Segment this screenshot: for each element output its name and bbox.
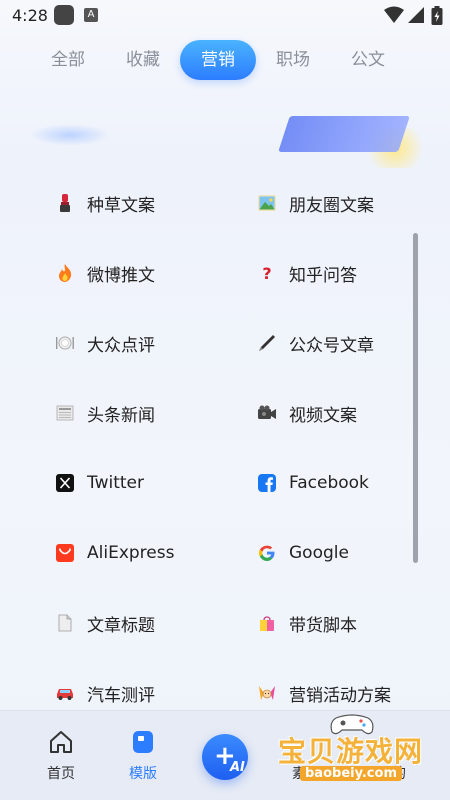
template-item[interactable]: 公众号文章: [257, 317, 430, 369]
template-label: 大众点评: [87, 335, 155, 356]
nav-home[interactable]: 首页: [31, 729, 91, 783]
template-label: 微博推文: [87, 265, 155, 286]
template-label: 种草文案: [87, 195, 155, 216]
video-camera-icon: [257, 403, 277, 423]
template-item[interactable]: AliExpress: [55, 527, 245, 579]
signal-icon: [408, 7, 424, 23]
template-item[interactable]: 视频文案: [257, 387, 430, 439]
template-item[interactable]: 带货脚本: [257, 597, 430, 649]
template-item[interactable]: Google: [257, 527, 430, 579]
template-label: Facebook: [289, 473, 369, 493]
watermark-title: 宝贝游戏网: [278, 735, 424, 768]
facebook-logo-icon: [257, 473, 277, 493]
template-item[interactable]: 营销活动方案: [257, 667, 430, 710]
notification-a-icon: A: [84, 8, 98, 22]
document-icon: [55, 613, 75, 633]
screen: 4:28 A 全部 收藏 营销 职场 公文 种草文案 朋友圈文案 微博推文 ? …: [0, 0, 450, 800]
party-icon: [257, 683, 277, 703]
template-item[interactable]: 头条新闻: [55, 387, 245, 439]
watermark-url: baobeiy.com: [300, 766, 402, 781]
template-item[interactable]: Twitter: [55, 457, 245, 509]
ai-label: AI: [230, 760, 245, 775]
template-label: 视频文案: [289, 405, 357, 426]
lipstick-icon: [55, 193, 75, 213]
template-item[interactable]: 文章标题: [55, 597, 245, 649]
ai-create-button[interactable]: + AI: [202, 734, 248, 780]
google-logo-icon: [257, 543, 277, 563]
nav-templates[interactable]: 模版: [113, 729, 173, 783]
template-label: 文章标题: [87, 615, 155, 636]
template-label: 营销活动方案: [289, 685, 391, 706]
fire-icon: [55, 263, 75, 283]
nav-home-label: 首页: [47, 766, 75, 782]
template-item[interactable]: 微博推文: [55, 247, 245, 299]
template-label: 汽车测评: [87, 685, 155, 706]
template-item[interactable]: ? 知乎问答: [257, 247, 430, 299]
tab-official-docs[interactable]: 公文: [338, 40, 398, 80]
tab-all[interactable]: 全部: [38, 40, 98, 80]
watermark: 宝贝游戏网 baobeiy.com: [278, 708, 450, 800]
car-icon: [55, 683, 75, 703]
template-label: Google: [289, 543, 349, 563]
template-list: 种草文案 朋友圈文案 微博推文 ? 知乎问答 大众点评 公众号文章 头条新闻 视…: [20, 165, 430, 710]
template-item[interactable]: Facebook: [257, 457, 430, 509]
question-mark-icon: ?: [262, 263, 272, 283]
aliexpress-logo-icon: [55, 543, 75, 563]
nav-templates-label: 模版: [129, 766, 157, 782]
status-time: 4:28: [12, 6, 48, 25]
template-item[interactable]: 朋友圈文案: [257, 177, 430, 229]
x-logo-icon: [55, 473, 75, 493]
template-item[interactable]: 种草文案: [55, 177, 245, 229]
decorative-ribbon: [278, 116, 410, 152]
template-label: 头条新闻: [87, 405, 155, 426]
template-label: Twitter: [87, 473, 144, 493]
tab-favorites[interactable]: 收藏: [113, 40, 173, 80]
template-label: 公众号文章: [289, 335, 374, 356]
newspaper-icon: [55, 403, 75, 423]
landscape-photo-icon: [257, 193, 277, 213]
template-item[interactable]: 汽车测评: [55, 667, 245, 710]
list-scrollbar[interactable]: [413, 233, 418, 563]
tab-marketing[interactable]: 营销: [180, 40, 256, 80]
plate-cutlery-icon: [55, 333, 75, 353]
template-label: AliExpress: [87, 543, 175, 563]
status-bar: 4:28 A: [0, 0, 450, 32]
wifi-icon: [384, 6, 404, 23]
templates-icon: [133, 731, 153, 753]
notification-app-icon: [54, 5, 74, 25]
template-label: 带货脚本: [289, 615, 357, 636]
shopping-bag-icon: [257, 613, 277, 633]
pen-icon: [257, 333, 277, 353]
decorative-glow: [30, 124, 110, 146]
home-icon: [50, 731, 72, 753]
template-label: 朋友圈文案: [289, 195, 374, 216]
category-tabs: 全部 收藏 营销 职场 公文: [0, 40, 450, 82]
template-label: 知乎问答: [289, 265, 357, 286]
battery-icon: [431, 6, 443, 25]
template-item[interactable]: 大众点评: [55, 317, 245, 369]
tab-workplace[interactable]: 职场: [263, 40, 323, 80]
